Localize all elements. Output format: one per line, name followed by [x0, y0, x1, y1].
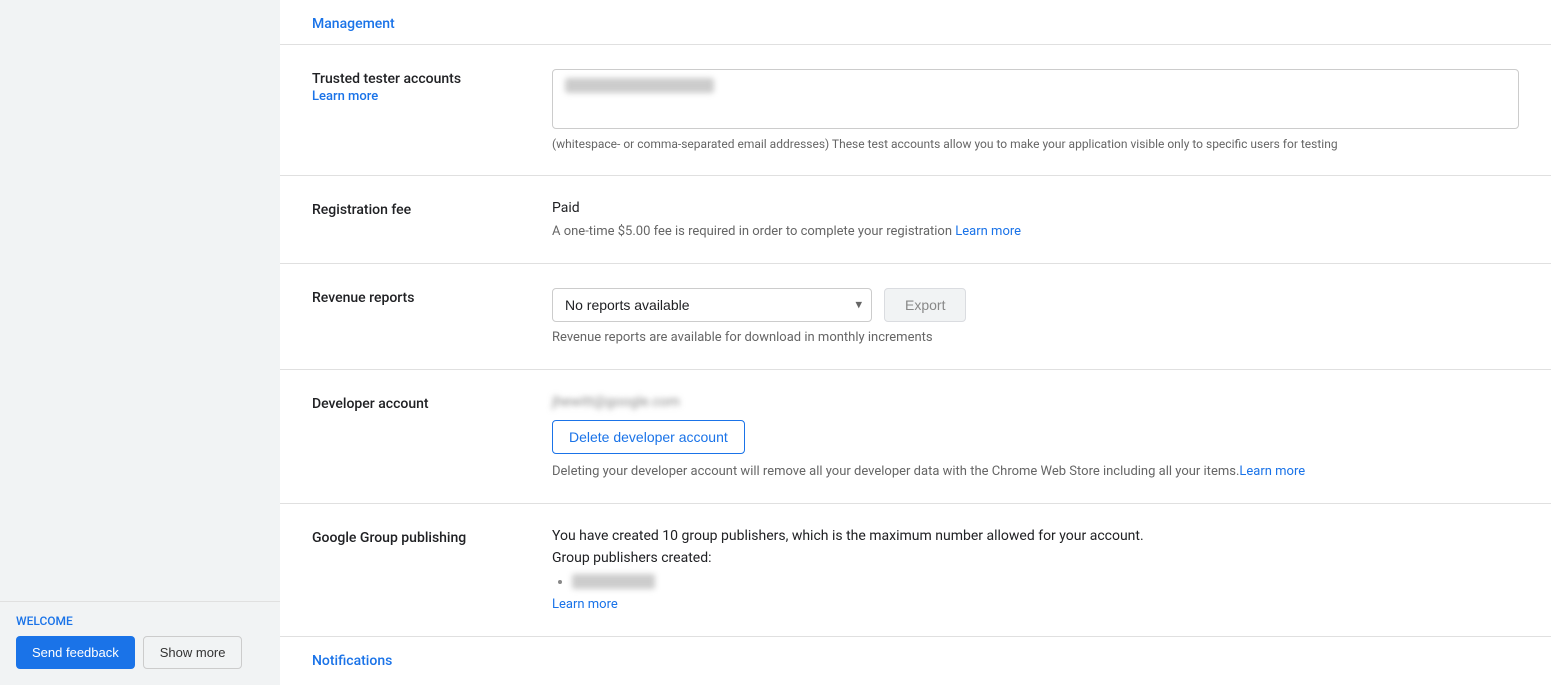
registration-learn-more[interactable]: Learn more [955, 224, 1021, 239]
developer-account-learn-more[interactable]: Learn more [1239, 464, 1305, 479]
show-more-button[interactable]: Show more [143, 636, 243, 669]
trusted-tester-content: jhewton+9 kli@gmail.com (whitespace- or … [552, 69, 1519, 151]
developer-account-content: jhewitt@google.com Delete developer acco… [552, 394, 1519, 479]
revenue-reports-content: No reports available Export Revenue repo… [552, 288, 1519, 345]
revenue-reports-section: Revenue reports No reports available Exp… [280, 264, 1551, 370]
sidebar-buttons: Send feedback Show more [16, 636, 264, 669]
google-group-publishing-content: You have created 10 group publishers, wh… [552, 528, 1519, 612]
send-feedback-button[interactable]: Send feedback [16, 636, 135, 669]
revenue-reports-label: Revenue reports [312, 288, 552, 306]
registration-fee-section: Registration fee Paid A one-time $5.00 f… [280, 176, 1551, 264]
revenue-dropdown-row: No reports available Export [552, 288, 1519, 322]
revenue-select-wrapper: No reports available [552, 288, 872, 322]
trusted-tester-label-column: Trusted tester accounts Learn more [312, 69, 552, 114]
list-item: chrome-ext-15 [572, 574, 1519, 589]
delete-button-wrapper: Delete developer account [552, 420, 1519, 464]
delete-hint-text: Deleting your developer account will rem… [552, 464, 1239, 479]
email-value: jhewton+9 kli@gmail.com [565, 78, 714, 93]
developer-account-section: Developer account jhewitt@google.com Del… [280, 370, 1551, 504]
revenue-select[interactable]: No reports available [552, 288, 872, 322]
group-pub-created-label: Group publishers created: [552, 550, 1519, 566]
group-pub-desc: You have created 10 group publishers, wh… [552, 528, 1519, 544]
fee-desc-text: A one-time $5.00 fee is required in orde… [552, 224, 952, 239]
main-content: Management Trusted tester accounts Learn… [280, 0, 1551, 685]
export-button[interactable]: Export [884, 288, 966, 322]
email-input-wrapper[interactable]: jhewton+9 kli@gmail.com [552, 69, 1519, 129]
page-wrapper: WELCOME Send feedback Show more Manageme… [0, 0, 1551, 685]
delete-hint: Deleting your developer account will rem… [552, 464, 1519, 479]
sidebar: WELCOME Send feedback Show more [0, 0, 280, 685]
registration-fee-desc: A one-time $5.00 fee is required in orde… [552, 224, 1519, 239]
trusted-header-row: Trusted tester accounts Learn more [312, 71, 552, 104]
trusted-tester-title: Trusted tester accounts [312, 71, 552, 87]
management-link[interactable]: Management [280, 0, 1551, 44]
registration-fee-content: Paid A one-time $5.00 fee is required in… [552, 200, 1519, 239]
group-publishing-learn-more[interactable]: Learn more [552, 597, 618, 612]
delete-developer-account-button[interactable]: Delete developer account [552, 420, 745, 454]
developer-email: jhewitt@google.com [552, 394, 1519, 410]
welcome-label: WELCOME [16, 614, 264, 628]
google-group-publishing-label: Google Group publishing [312, 528, 552, 546]
developer-account-label: Developer account [312, 394, 552, 412]
publisher-name: chrome-ext-15 [572, 574, 655, 589]
trusted-tester-learn-more[interactable]: Learn more [312, 89, 552, 104]
trusted-tester-section: Trusted tester accounts Learn more jhewt… [280, 45, 1551, 176]
registration-status: Paid [552, 200, 1519, 216]
trusted-tester-hint: (whitespace- or comma-separated email ad… [552, 137, 1519, 151]
google-group-publishing-section: Google Group publishing You have created… [280, 504, 1551, 637]
group-pub-list: chrome-ext-15 [552, 574, 1519, 589]
welcome-bar: WELCOME Send feedback Show more [0, 601, 280, 685]
registration-fee-label: Registration fee [312, 200, 552, 218]
notifications-link[interactable]: Notifications [280, 637, 1551, 685]
revenue-hint: Revenue reports are available for downlo… [552, 330, 1519, 345]
